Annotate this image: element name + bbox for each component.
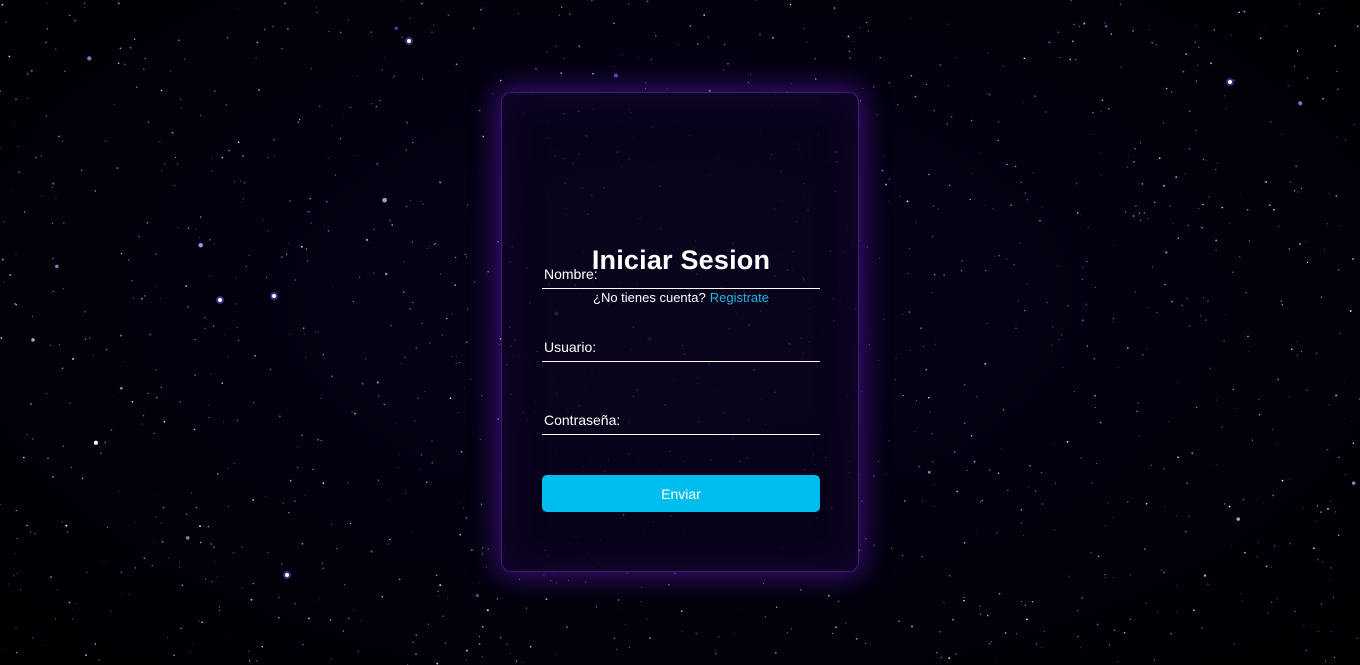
username-field[interactable]: Usuario: <box>542 331 820 362</box>
signup-prompt-text: ¿No tienes cuenta? <box>593 290 706 305</box>
starfield-background: Iniciar Sesion ¿No tienes cuenta? Registr… <box>0 0 1360 665</box>
submit-button[interactable]: Enviar <box>542 475 820 512</box>
password-input[interactable] <box>542 404 820 434</box>
signup-prompt: ¿No tienes cuenta? Registrate <box>502 290 860 305</box>
name-input[interactable] <box>542 258 820 288</box>
register-link[interactable]: Registrate <box>710 290 769 305</box>
login-card: Iniciar Sesion ¿No tienes cuenta? Registr… <box>501 92 859 572</box>
username-input[interactable] <box>542 331 820 361</box>
password-field[interactable]: Contraseña: <box>542 404 820 435</box>
name-field[interactable]: Nombre: <box>542 258 820 289</box>
